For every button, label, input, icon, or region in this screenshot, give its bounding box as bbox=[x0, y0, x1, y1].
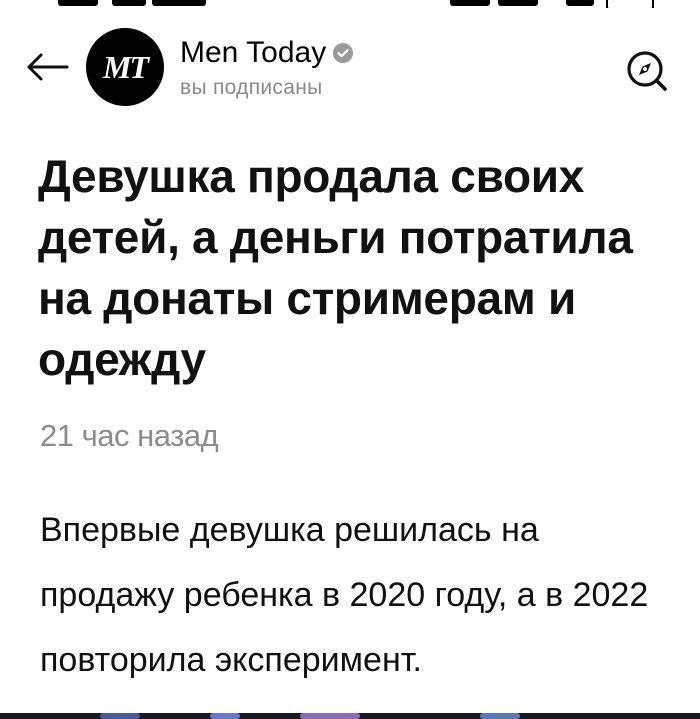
publish-time: 21 час назад bbox=[40, 418, 219, 453]
explore-button[interactable] bbox=[624, 48, 670, 94]
channel-info: Men Today вы подписаны bbox=[180, 32, 354, 100]
avatar-initials: MT bbox=[103, 48, 149, 85]
channel-avatar[interactable]: MT bbox=[86, 28, 164, 106]
back-button[interactable] bbox=[24, 46, 70, 88]
verified-check-icon bbox=[333, 43, 354, 63]
subscription-status: вы подписаны bbox=[180, 76, 323, 99]
channel-header: MT Men Today вы подписаны bbox=[0, 28, 700, 118]
article-title: Девушка продала своих детей, а деньги по… bbox=[38, 150, 633, 385]
status-bar bbox=[0, 0, 700, 8]
article-screen: MT Men Today вы подписаны Девушка продал… bbox=[0, 0, 700, 719]
channel-name-row: Men Today bbox=[180, 32, 354, 74]
channel-name[interactable]: Men Today bbox=[180, 33, 326, 73]
arrow-left-icon bbox=[27, 53, 69, 81]
media-preview-edge bbox=[0, 713, 700, 719]
compass-icon bbox=[627, 51, 667, 91]
article-body: Впервые девушка решилась на продажу ребе… bbox=[40, 511, 649, 679]
